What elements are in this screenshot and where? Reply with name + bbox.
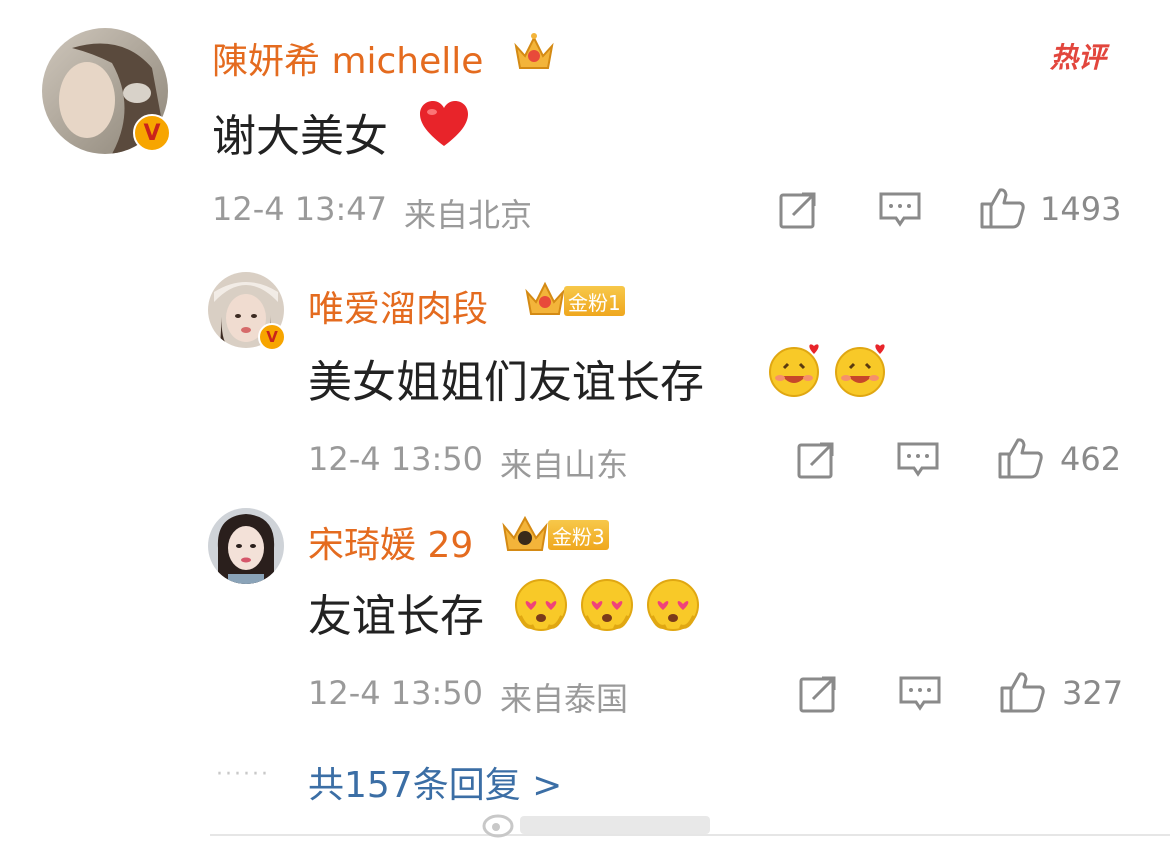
- share-icon[interactable]: [796, 440, 836, 480]
- crown-icon: [500, 512, 550, 558]
- blushing-smile-emoji-icon: [832, 342, 890, 398]
- weibo-watermark-icon: [480, 806, 720, 842]
- verified-badge-icon: V: [133, 114, 171, 152]
- comment-date: 12-4 13:50: [308, 674, 484, 712]
- verified-badge-icon: V: [258, 323, 286, 351]
- avatar[interactable]: [208, 508, 284, 584]
- comment-date: 12-4 13:50: [308, 440, 484, 478]
- comment-location: 来自北京: [404, 196, 533, 234]
- share-icon[interactable]: [778, 190, 818, 230]
- comment-username[interactable]: 唯爱溜肉段: [308, 280, 488, 332]
- hot-comment-label: 热评: [1050, 41, 1107, 74]
- comment-icon[interactable]: [878, 190, 922, 230]
- comment-icon[interactable]: [898, 674, 942, 714]
- like-icon[interactable]: [998, 670, 1046, 714]
- fan-level-badge: 金粉3: [548, 520, 609, 550]
- comment-username[interactable]: 陳妍希 michelle: [212, 32, 483, 84]
- comment-text: 谢大美女: [212, 111, 388, 162]
- like-count: 327: [1062, 674, 1124, 712]
- comment-text: 美女姐姐们友谊长存: [308, 357, 704, 408]
- fan-level-badge: 金粉1: [564, 286, 625, 316]
- share-icon[interactable]: [798, 674, 838, 714]
- comment-location: 来自泰国: [500, 680, 629, 718]
- like-count: 1493: [1040, 190, 1122, 228]
- heart-eyes-emoji-icon: [578, 576, 636, 634]
- crown-icon: [524, 278, 566, 322]
- comment-username[interactable]: 宋琦媛 29: [308, 516, 473, 568]
- heart-eyes-emoji-icon: [644, 576, 702, 634]
- comment-icon[interactable]: [896, 440, 940, 480]
- like-icon[interactable]: [978, 186, 1026, 230]
- like-icon[interactable]: [996, 436, 1044, 480]
- view-all-replies-link[interactable]: 共157条回复 >: [308, 756, 562, 808]
- comment-location: 来自山东: [500, 446, 629, 484]
- more-replies-dots: ······: [216, 762, 270, 787]
- heart-eyes-emoji-icon: [512, 576, 570, 634]
- comment-date: 12-4 13:47: [212, 190, 388, 228]
- like-count: 462: [1060, 440, 1122, 478]
- crown-icon: [512, 30, 556, 74]
- comment-text: 友谊长存: [308, 591, 484, 642]
- blushing-smile-emoji-icon: [766, 342, 824, 398]
- heart-emoji-icon: [418, 100, 470, 148]
